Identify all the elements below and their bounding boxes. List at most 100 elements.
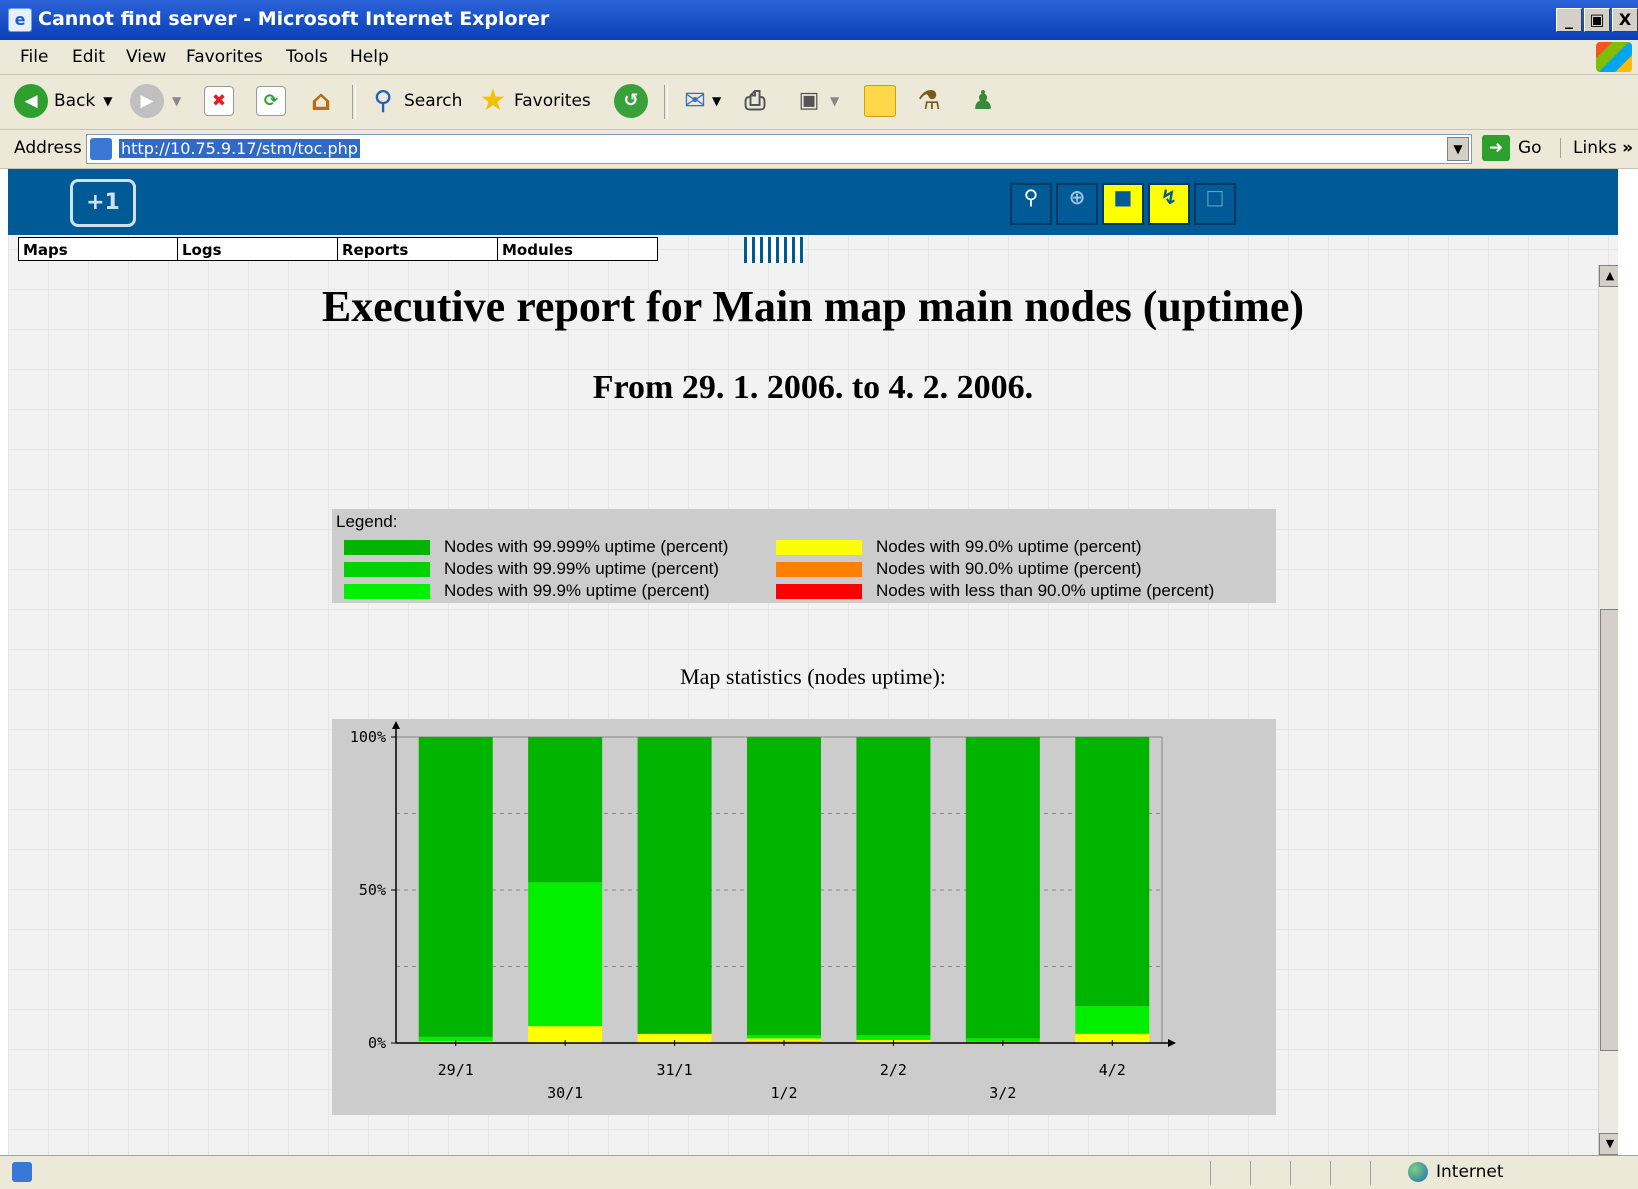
toolbar-separator <box>664 85 668 119</box>
close-button[interactable]: X <box>1612 8 1638 32</box>
print-icon: ⎙ <box>744 86 766 116</box>
nav-decoration <box>744 237 804 263</box>
nav-logs[interactable]: Logs <box>178 237 338 261</box>
legend-label: Nodes with 99.999% uptime (percent) <box>444 537 729 556</box>
legend-swatch <box>344 539 430 555</box>
y-tick-label: 0% <box>368 1034 386 1052</box>
app-header: +1 ⚲ ⊕ ■ ↯ □ <box>8 169 1618 235</box>
legend-item: Nodes with 99.999% uptime (percent) <box>344 537 728 557</box>
address-bar: Address http://10.75.9.17/stm/toc.php ▼ … <box>0 130 1638 169</box>
browser-window: e Cannot find server - Microsoft Interne… <box>0 0 1638 1189</box>
legend-swatch <box>344 583 430 599</box>
menu-favorites[interactable]: Favorites <box>186 47 263 67</box>
legend-label: Nodes with 99.99% uptime (percent) <box>444 559 719 578</box>
bar-segment <box>418 737 493 1037</box>
search-label: Search <box>404 91 463 111</box>
links-button[interactable]: Links » <box>1560 138 1633 158</box>
toolbar-separator <box>352 85 356 119</box>
x-tick-label: 2/2 <box>880 1061 907 1079</box>
forward-button[interactable]: ▶ ▼ <box>130 83 181 119</box>
bar-segment <box>747 1035 821 1039</box>
mail-button[interactable]: ✉ ▼ <box>678 83 721 119</box>
legend-label: Nodes with 90.0% uptime (percent) <box>876 559 1142 578</box>
nav-maps[interactable]: Maps <box>18 237 178 261</box>
scroll-thumb[interactable] <box>1600 609 1618 1051</box>
address-input[interactable]: http://10.75.9.17/stm/toc.php ▼ <box>86 134 1472 164</box>
history-icon: ↺ <box>614 84 648 118</box>
favorites-label: Favorites <box>514 91 591 111</box>
app-nav: Maps Logs Reports Modules <box>18 237 658 261</box>
messenger-button[interactable]: ♟ <box>966 83 1000 119</box>
back-label: Back <box>54 91 96 111</box>
uptime-chart: 29/1 30/1 31/1 1/2 2/2 3/2 4/2 0% 50% 100% <box>350 721 1176 1102</box>
links-label: Links <box>1573 138 1617 158</box>
nav-modules[interactable]: Modules <box>498 237 658 261</box>
page-viewport: +1 ⚲ ⊕ ■ ↯ □ Maps Logs Reports Modules E… <box>8 169 1618 1155</box>
zoom-tool-icon[interactable]: ⚲ <box>1010 183 1052 225</box>
monitor-tool-icon[interactable]: □ <box>1194 183 1236 225</box>
messenger-icon: ♟ <box>971 86 995 116</box>
menu-view[interactable]: View <box>126 47 166 67</box>
node-tool-icon[interactable]: ■ <box>1102 183 1144 225</box>
bar-segment <box>637 737 712 1034</box>
y-axis-arrow <box>392 721 400 729</box>
address-label: Address <box>14 138 82 158</box>
menu-help[interactable]: Help <box>350 47 389 67</box>
bar-segment <box>965 737 1040 1039</box>
minimize-button[interactable]: _ <box>1556 8 1582 32</box>
bar-segment <box>747 737 821 1036</box>
legend-swatch <box>776 561 862 577</box>
legend-title: Legend: <box>336 512 398 531</box>
x-tick-label: 31/1 <box>657 1061 693 1079</box>
toolbar: ◀ Back ▼ ▶ ▼ ✖ ⟳ ⌂ ⚲ Search ★ Favorites … <box>0 75 1638 130</box>
menu-tools[interactable]: Tools <box>286 47 328 67</box>
scroll-up-icon[interactable]: ▲ <box>1599 265 1618 287</box>
legend-label: Nodes with less than 90.0% uptime (perce… <box>876 581 1215 600</box>
edit-dropdown-icon[interactable]: ▼ <box>830 94 839 108</box>
x-tick-label: 30/1 <box>547 1084 583 1102</box>
forward-arrow-icon: ▶ <box>130 84 164 118</box>
menu-file[interactable]: File <box>20 47 48 67</box>
home-button[interactable]: ⌂ <box>304 83 338 119</box>
legend-swatch <box>776 583 862 599</box>
y-tick-label: 50% <box>359 881 386 899</box>
discuss-button[interactable] <box>864 83 896 119</box>
title-bar: e Cannot find server - Microsoft Interne… <box>0 0 1638 40</box>
edit-button[interactable]: ▣ ▼ <box>792 83 840 119</box>
vertical-scrollbar[interactable]: ▲ ▼ <box>1598 265 1618 1155</box>
zone-label: Internet <box>1436 1162 1504 1182</box>
legend-label: Nodes with 99.0% uptime (percent) <box>876 537 1142 556</box>
y-tick-label: 100% <box>350 728 386 746</box>
maximize-button[interactable]: ▣ <box>1584 8 1610 32</box>
x-tick-label: 4/2 <box>1099 1061 1126 1079</box>
forward-dropdown-icon[interactable]: ▼ <box>172 94 181 108</box>
security-zone: Internet <box>1408 1162 1504 1182</box>
globe-icon <box>1408 1162 1428 1182</box>
scroll-down-icon[interactable]: ▼ <box>1599 1133 1618 1155</box>
research-button[interactable]: ⚗ <box>912 83 946 119</box>
address-url[interactable]: http://10.75.9.17/stm/toc.php <box>119 139 360 158</box>
status-panel <box>1210 1161 1211 1185</box>
nav-reports[interactable]: Reports <box>338 237 498 261</box>
mail-dropdown-icon[interactable]: ▼ <box>712 94 721 108</box>
page-status-icon <box>12 1162 32 1182</box>
print-button[interactable]: ⎙ <box>738 83 772 119</box>
link-tool-icon[interactable]: ↯ <box>1148 183 1190 225</box>
note-icon <box>864 85 896 117</box>
menu-bar: File Edit View Favorites Tools Help <box>0 40 1638 75</box>
back-dropdown-icon[interactable]: ▼ <box>103 94 112 108</box>
target-tool-icon[interactable]: ⊕ <box>1056 183 1098 225</box>
favorites-button[interactable]: ★ Favorites <box>476 83 591 119</box>
address-dropdown-icon[interactable]: ▼ <box>1447 137 1469 161</box>
status-panel <box>1330 1161 1331 1185</box>
stop-button[interactable]: ✖ <box>204 83 234 119</box>
status-panel <box>1370 1161 1371 1185</box>
menu-edit[interactable]: Edit <box>72 47 105 67</box>
back-button[interactable]: ◀ Back ▼ <box>14 83 113 119</box>
go-button[interactable]: ➜ Go <box>1482 135 1542 161</box>
refresh-button[interactable]: ⟳ <box>256 83 286 119</box>
history-button[interactable]: ↺ <box>614 83 648 119</box>
search-button[interactable]: ⚲ Search <box>366 83 462 119</box>
bar-segment <box>528 737 603 883</box>
mail-icon: ✉ <box>684 86 706 116</box>
